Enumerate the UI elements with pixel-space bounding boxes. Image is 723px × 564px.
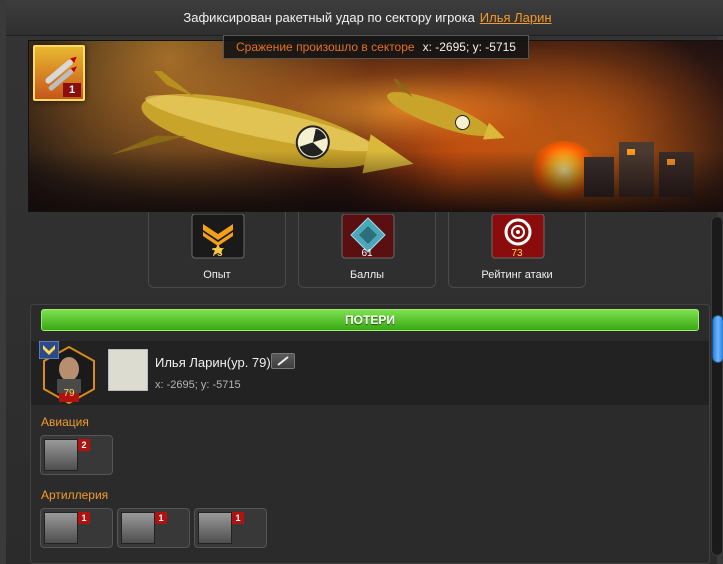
report-title: Зафиксирован ракетный удар по сектору иг… bbox=[6, 0, 723, 36]
losses-header: ПОТЕРИ bbox=[41, 309, 699, 331]
report-window: Зафиксирован ракетный удар по сектору иг… bbox=[0, 0, 723, 564]
stat-attack-rating: 73 Рейтинг атаки bbox=[448, 212, 586, 288]
report-content: 73 Опыт 61 Баллы 73 Рейтинг атаки ПОТЕРИ… bbox=[28, 212, 710, 564]
player-emblem-icon bbox=[108, 349, 148, 391]
player-level: 79 bbox=[63, 388, 75, 399]
artillery-unit-icon bbox=[198, 512, 232, 544]
category-artillery-label: Артиллерия bbox=[41, 488, 109, 502]
unit-count-badge: 2 bbox=[78, 439, 90, 451]
artillery-unit-icon bbox=[121, 512, 155, 544]
sector-label: Сражение произошло в секторе bbox=[236, 40, 415, 54]
rank-flag-icon bbox=[39, 341, 59, 359]
unit-card-artillery[interactable]: 1 bbox=[117, 508, 190, 548]
stat-points-label: Баллы bbox=[349, 269, 385, 281]
missile-item-badge: 1 bbox=[33, 45, 85, 101]
sector-info-bar: Сражение произошло в секторе x: -2695; y… bbox=[223, 35, 529, 59]
missile-illustration-small bbox=[386, 79, 505, 140]
stat-points-value: 61 bbox=[361, 248, 373, 259]
edit-button[interactable] bbox=[271, 353, 295, 369]
player-coords: x: -2695; y: -5715 bbox=[155, 379, 241, 391]
stat-experience: 73 Опыт bbox=[148, 212, 286, 288]
battle-banner-image bbox=[28, 40, 723, 212]
category-aviation-label: Авиация bbox=[41, 415, 89, 429]
unit-count-badge: 1 bbox=[155, 512, 167, 524]
stat-attack-rating-label: Рейтинг атаки bbox=[481, 269, 553, 281]
unit-card-artillery[interactable]: 1 bbox=[40, 508, 113, 548]
unit-card-aviation[interactable]: 2 bbox=[40, 435, 113, 475]
player-name: Илья Ларин(ур. 79) bbox=[155, 355, 271, 370]
scrollbar-track[interactable] bbox=[711, 216, 723, 556]
unit-count-badge: 1 bbox=[78, 512, 90, 524]
report-title-text: Зафиксирован ракетный удар по сектору иг… bbox=[183, 10, 475, 25]
aircraft-unit-icon bbox=[44, 439, 78, 471]
stats-row: 73 Опыт 61 Баллы 73 Рейтинг атаки bbox=[28, 212, 710, 294]
artillery-unit-icon bbox=[44, 512, 78, 544]
sector-coords: x: -2695; y: -5715 bbox=[422, 40, 516, 54]
unit-card-artillery[interactable]: 1 bbox=[194, 508, 267, 548]
scrollbar-thumb[interactable] bbox=[712, 315, 723, 363]
stat-experience-value: 73 bbox=[211, 248, 223, 259]
pencil-icon bbox=[277, 356, 289, 366]
missile-count-badge: 1 bbox=[63, 83, 81, 97]
player-name-link[interactable]: Илья Ларин bbox=[480, 10, 552, 25]
stat-attack-rating-value: 73 bbox=[511, 248, 523, 259]
losses-panel: ПОТЕРИ 79 Илья Ларин(ур. 79) x: -2695; y… bbox=[30, 304, 710, 564]
stat-points: 61 Баллы bbox=[298, 212, 436, 288]
player-row: 79 Илья Ларин(ур. 79) x: -2695; y: -5715 bbox=[31, 341, 709, 405]
unit-count-badge: 1 bbox=[232, 512, 244, 524]
stat-experience-label: Опыт bbox=[203, 269, 231, 281]
